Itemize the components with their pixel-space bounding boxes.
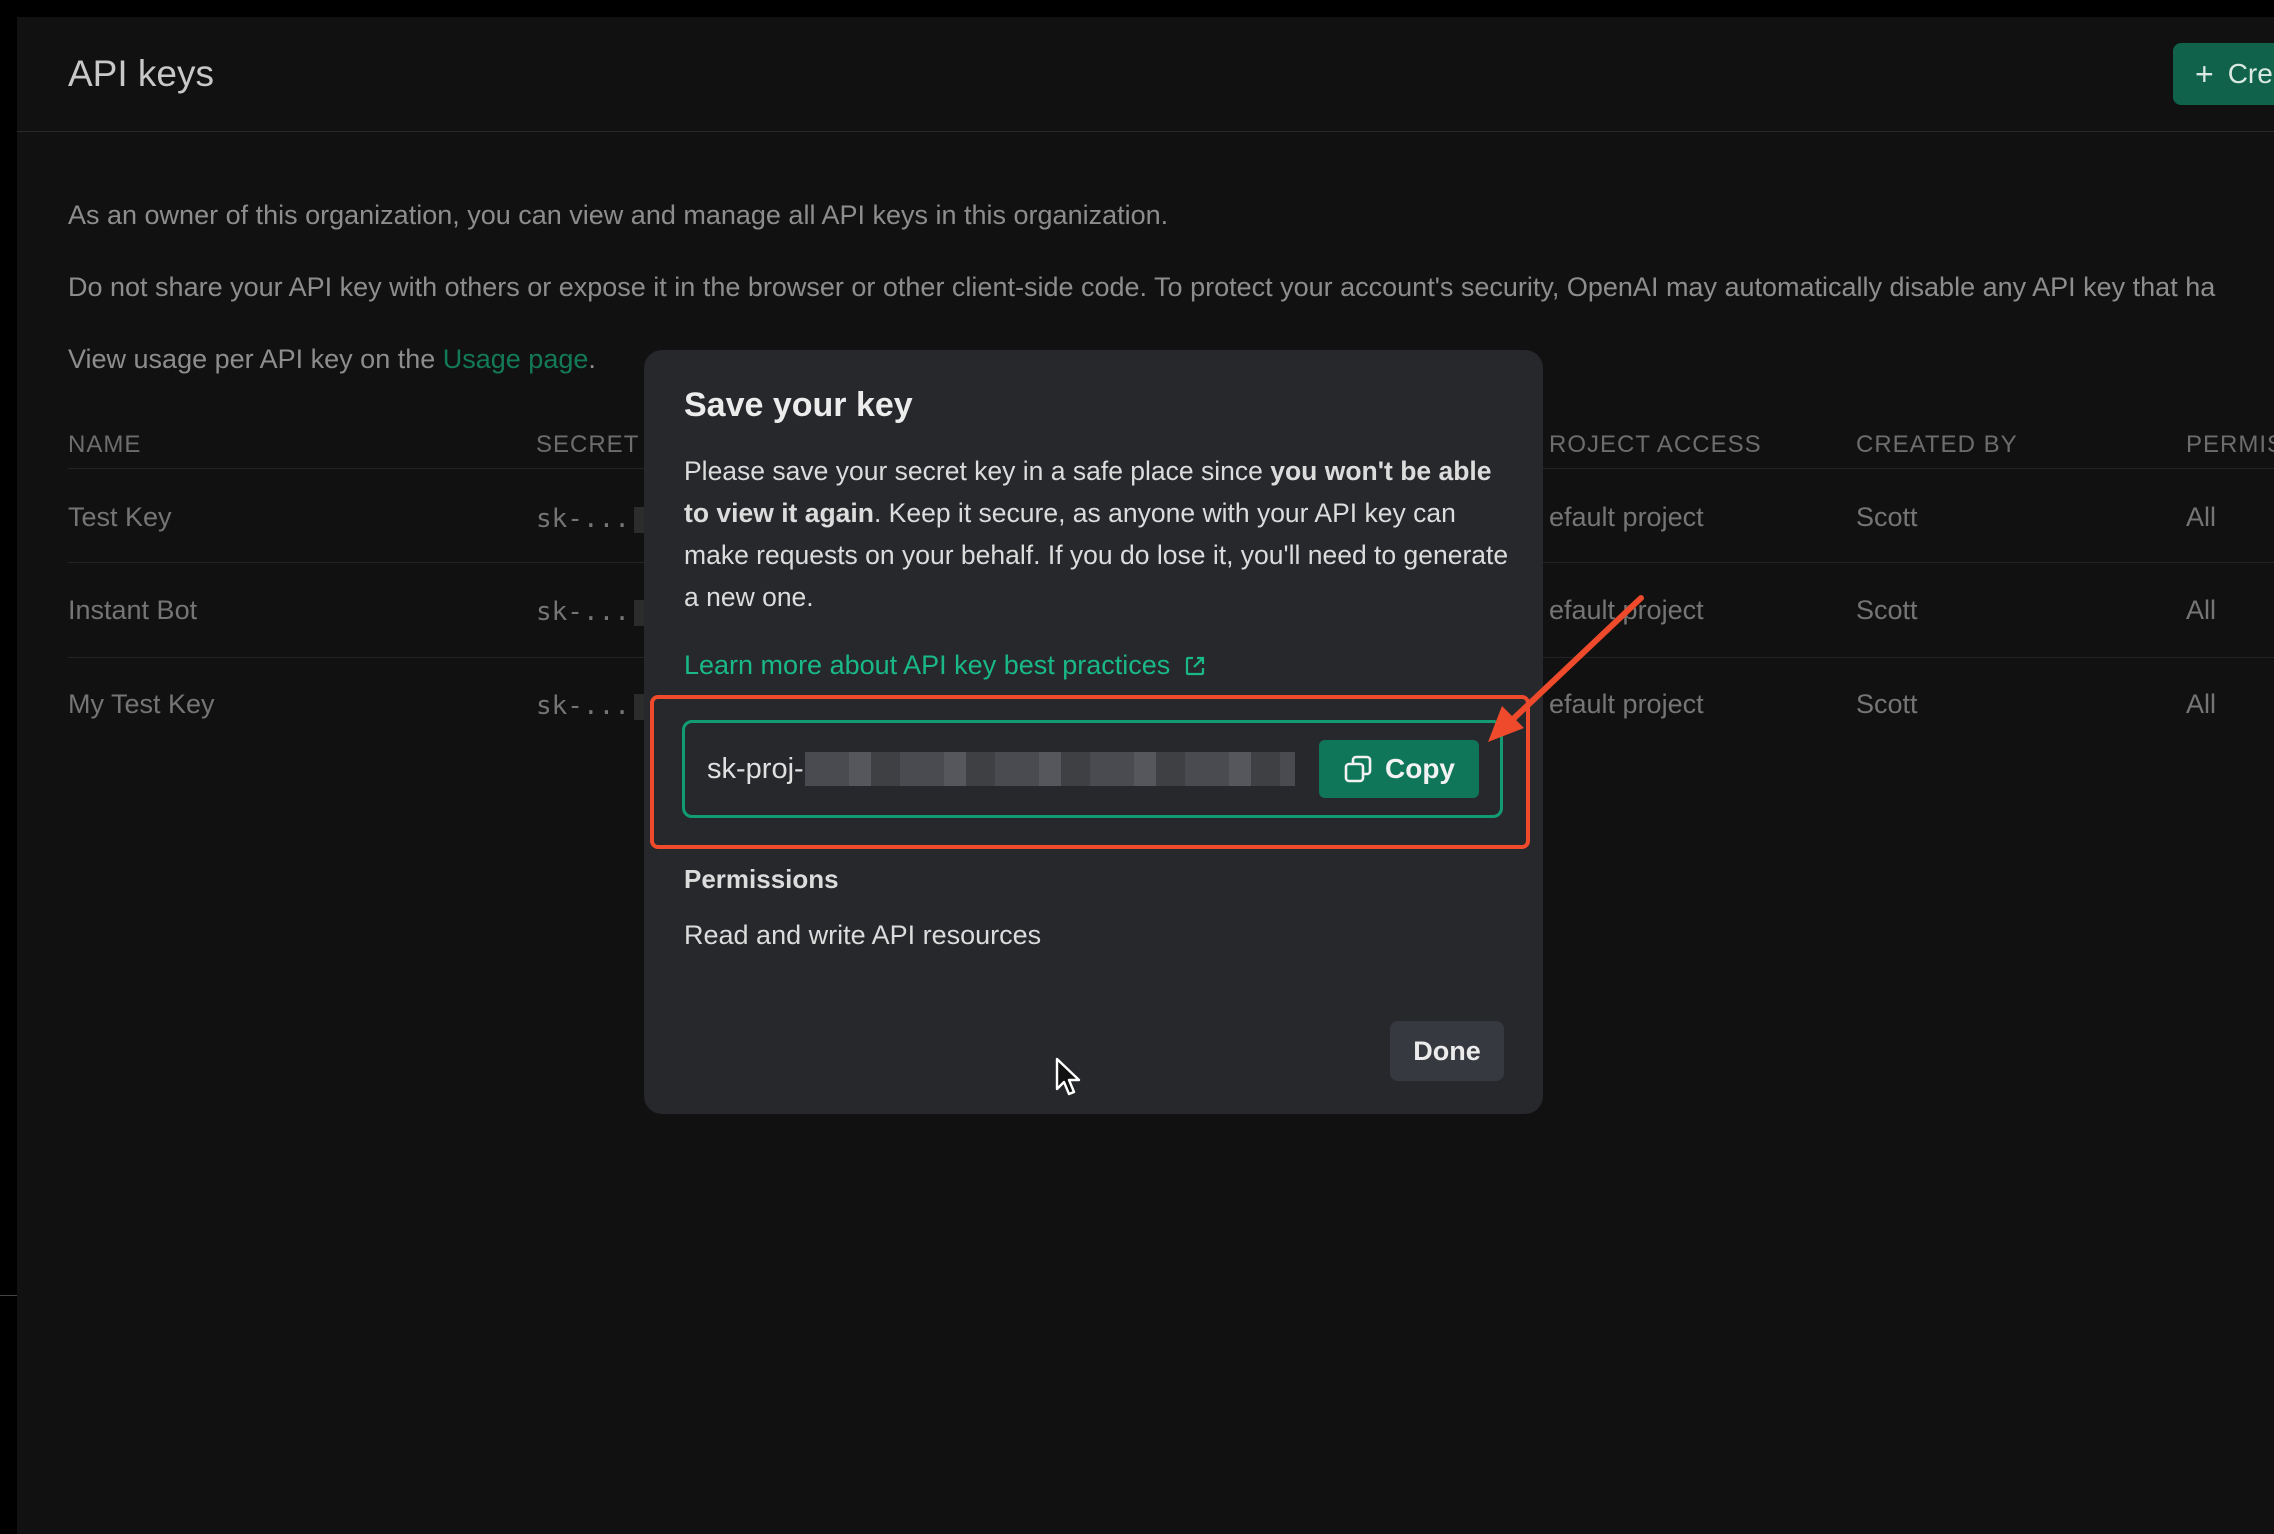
page-header: API keys + Cre [17, 17, 2274, 132]
column-header-permissions[interactable]: PERMIS [2186, 431, 2274, 459]
permissions-value: Read and write API resources [684, 920, 1042, 950]
row-3-name: My Test Key [68, 689, 215, 719]
copy-button[interactable]: Copy [1319, 740, 1479, 798]
row-2-name: Instant Bot [68, 595, 198, 625]
page-title: API keys [68, 53, 214, 94]
row-1-permissions: All [2186, 502, 2217, 532]
dialog-title: Save your key [684, 386, 913, 424]
column-header-name[interactable]: NAME [68, 431, 141, 459]
save-key-dialog: Save your key Please save your secret ke… [644, 350, 1543, 1114]
create-key-label: Cre [2227, 58, 2273, 89]
column-header-project-access[interactable]: ROJECT ACCESS [1549, 431, 1762, 459]
row-3-permissions: All [2186, 689, 2217, 719]
dialog-text-start: Please save your secret key in a safe pl… [684, 456, 1271, 486]
row-1-secret-text: sk-... [536, 504, 630, 534]
plus-icon: + [2195, 55, 2214, 92]
row-3-secret: sk-... [536, 691, 648, 721]
secret-key-value[interactable]: sk-proj- [707, 752, 1295, 786]
row-2-secret-text: sk-... [536, 597, 630, 627]
create-key-button[interactable]: + Cre [2173, 43, 2274, 105]
column-header-created-by[interactable]: CREATED BY [1856, 431, 2018, 459]
secret-key-field[interactable]: sk-proj- Copy [682, 720, 1503, 818]
row-2-project: efault project [1549, 595, 1704, 625]
row-1-name: Test Key [68, 502, 172, 532]
row-1-project: efault project [1549, 502, 1704, 532]
row-2-secret: sk-... [536, 597, 648, 627]
usage-line-suffix: . [588, 344, 596, 374]
usage-line: View usage per API key on the Usage page… [68, 344, 596, 375]
secret-key-prefix: sk-proj- [707, 752, 804, 785]
row-3-secret-text: sk-... [536, 691, 630, 721]
copy-button-label: Copy [1385, 753, 1455, 784]
intro-warning-text: Do not share your API key with others or… [68, 272, 2216, 302]
row-2-permissions: All [2186, 595, 2217, 625]
row-1-created-by: Scott [1856, 502, 1918, 532]
column-header-secret[interactable]: SECRET [536, 431, 639, 459]
window-edge-tick [0, 1295, 17, 1296]
permissions-heading: Permissions [684, 864, 839, 894]
row-3-project: efault project [1549, 689, 1704, 719]
row-2-created-by: Scott [1856, 595, 1918, 625]
external-link-icon [1184, 655, 1206, 677]
copy-icon [1343, 754, 1373, 784]
key-redaction-mask [804, 752, 1295, 786]
mouse-cursor-icon [1055, 1057, 1083, 1104]
row-3-created-by: Scott [1856, 689, 1918, 719]
best-practices-link[interactable]: Learn more about API key best practices [684, 650, 1206, 681]
best-practices-link-label: Learn more about API key best practices [684, 650, 1171, 680]
dialog-description: Please save your secret key in a safe pl… [684, 450, 1514, 618]
row-1-secret: sk-... [536, 504, 648, 534]
intro-owner-text: As an owner of this organization, you ca… [68, 200, 1169, 230]
done-button[interactable]: Done [1390, 1021, 1504, 1081]
usage-line-prefix: View usage per API key on the [68, 344, 443, 374]
usage-page-link[interactable]: Usage page [443, 344, 589, 374]
